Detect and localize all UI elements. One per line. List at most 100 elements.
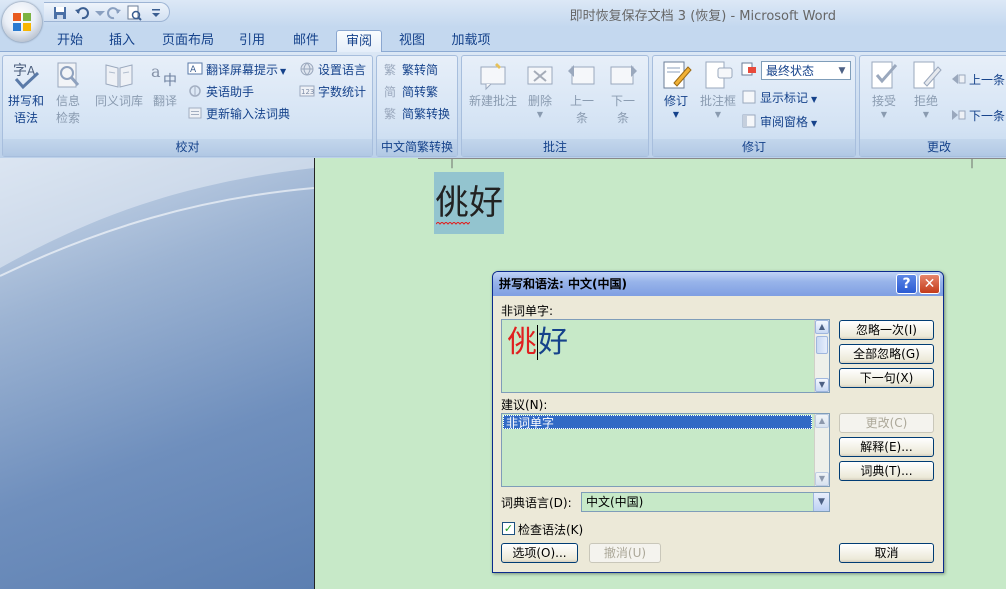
track-changes-button[interactable]: 修订 ▼ <box>655 59 697 120</box>
display-for-review-row: 最终状态 ▼ <box>741 60 853 82</box>
svg-text:123: 123 <box>301 88 314 96</box>
dictionary-language-arrow-icon[interactable]: ▼ <box>813 493 829 511</box>
check-grammar-checkbox[interactable]: ✓ <box>502 522 515 535</box>
spelling-grammar-label: 拼写和 语法 <box>7 94 44 125</box>
delete-comment-button[interactable]: 删除 ▼ <box>520 59 560 120</box>
spelling-grammar-button[interactable]: 字A 拼写和 语法 <box>5 59 47 127</box>
close-button[interactable]: ✕ <box>919 274 940 294</box>
ribbon-tabs: 开始 插入 页面布局 引用 邮件 审阅 视图 加载项 <box>0 27 1006 54</box>
chinese-conversion-group-label: 中文简繁转换 <box>377 139 457 156</box>
scroll-down-icon[interactable]: ▼ <box>815 378 829 392</box>
balloons-button[interactable]: 批注框 ▼ <box>697 59 739 120</box>
not-in-dictionary-label: 非词单字: <box>501 304 554 318</box>
ribbon: 字A 拼写和 语法 信息 检索 同义词库 a中 翻译 A 翻译屏幕提示 ▼ 英语助 <box>0 52 1006 158</box>
undo-button[interactable]: 撤消(U) <box>589 543 661 563</box>
scroll-up-icon[interactable]: ▲ <box>815 320 829 334</box>
dictionary-language-select[interactable]: 中文(中国) ▼ <box>581 492 830 512</box>
undo-icon[interactable] <box>74 5 90 21</box>
next-change-button[interactable]: 下一条 <box>950 106 1005 126</box>
sentence-scrollbar[interactable]: ▲ ▼ <box>814 320 829 392</box>
flagged-character: 佻 <box>507 325 537 360</box>
help-button[interactable]: ? <box>896 274 917 294</box>
balloons-dropdown-icon: ▼ <box>714 110 722 119</box>
tab-references[interactable]: 引用 <box>230 30 274 52</box>
tab-page-layout[interactable]: 页面布局 <box>156 30 220 52</box>
svg-text:繁: 繁 <box>384 62 396 77</box>
ignore-once-button[interactable]: 忽略一次(I) <box>839 320 934 340</box>
display-mode-select[interactable]: 最终状态 ▼ <box>761 61 851 80</box>
dictionary-button[interactable]: 词典(T)... <box>839 461 934 481</box>
dropdown-arrow-icon: ▼ <box>280 67 287 76</box>
set-language-button[interactable]: 设置语言 <box>299 60 366 80</box>
to-simplified-button[interactable]: 繁繁转简 <box>383 60 438 80</box>
accept-button[interactable]: 接受 ▼ <box>862 59 906 120</box>
word-count-icon: 123 <box>299 83 315 99</box>
translate-screentip-button[interactable]: A 翻译屏幕提示 ▼ <box>187 60 286 80</box>
background-swoosh-graphic <box>0 158 314 277</box>
next-sentence-button[interactable]: 下一句(X) <box>839 368 934 388</box>
reviewing-pane-button[interactable]: 审阅窗格 ▼ <box>741 112 817 132</box>
spelling-error-underline <box>436 222 470 225</box>
previous-comment-button[interactable]: 上一 条 <box>562 59 602 127</box>
conversion-button[interactable]: 繁简繁转换 <box>383 104 450 124</box>
translate-button[interactable]: a中 翻译 <box>147 59 183 110</box>
english-assistant-button[interactable]: 英语助手 <box>187 82 254 102</box>
reject-button[interactable]: 拒绝 ▼ <box>906 59 946 120</box>
globe-icon <box>299 61 315 77</box>
spelling-check-icon: 字A <box>10 59 42 91</box>
suggestions-scroll-up-icon[interactable]: ▲ <box>815 414 829 428</box>
quick-access-toolbar <box>44 2 170 22</box>
thesaurus-button[interactable]: 同义词库 <box>91 59 147 110</box>
change-button[interactable]: 更改(C) <box>839 413 934 433</box>
help-icon: ? <box>902 276 911 292</box>
options-button[interactable]: 选项(O)... <box>501 543 578 563</box>
suggestion-item[interactable]: 非词单字 <box>503 415 812 430</box>
balloons-icon <box>702 59 734 91</box>
to-traditional-button[interactable]: 简简转繁 <box>383 82 438 102</box>
suggestions-scroll-down-icon[interactable]: ▼ <box>815 472 829 486</box>
tab-add-ins[interactable]: 加载项 <box>444 30 498 52</box>
group-changes: 接受 ▼ 拒绝 ▼ 上一条 下一条 更改 <box>859 55 1006 157</box>
tab-mailings[interactable]: 邮件 <box>284 30 328 52</box>
scroll-thumb[interactable] <box>816 336 828 354</box>
redo-icon[interactable] <box>106 5 122 21</box>
checkmark-icon: ✓ <box>503 522 514 535</box>
print-preview-icon[interactable] <box>126 5 142 21</box>
balloons-label: 批注框 <box>699 94 736 108</box>
previous-comment-label: 上一 条 <box>569 94 594 125</box>
tab-review[interactable]: 审阅 <box>336 30 382 54</box>
suggestions-label: 建议(N): <box>501 398 548 412</box>
group-chinese-conversion: 繁繁转简 简简转繁 繁简繁转换 中文简繁转换 <box>376 55 458 157</box>
sentence-rest: 好 <box>537 325 568 360</box>
suggestions-scrollbar[interactable]: ▲ ▼ <box>814 414 829 486</box>
office-button[interactable] <box>2 2 42 42</box>
word-count-button[interactable]: 123 字数统计 <box>299 82 366 102</box>
suggestions-list[interactable]: 非词单字 ▲ ▼ <box>501 413 830 487</box>
conversion-icon: 繁 <box>383 105 399 121</box>
cancel-button[interactable]: 取消 <box>839 543 934 563</box>
tab-view[interactable]: 视图 <box>390 30 434 52</box>
delete-comment-label: 删除 <box>527 94 552 108</box>
svg-text:简: 简 <box>384 85 396 99</box>
show-markup-button[interactable]: 显示标记 ▼ <box>741 88 817 108</box>
next-comment-button[interactable]: 下一 条 <box>602 59 644 127</box>
display-review-icon <box>741 61 757 77</box>
svg-text:a: a <box>151 62 161 81</box>
save-icon[interactable] <box>52 5 68 21</box>
previous-change-button[interactable]: 上一条 <box>950 70 1005 90</box>
new-comment-button[interactable]: 新建批注 <box>464 59 522 110</box>
tab-insert[interactable]: 插入 <box>100 30 144 52</box>
not-in-dictionary-textbox[interactable]: 佻好 ▲ ▼ <box>501 319 830 393</box>
spelling-grammar-dialog: 拼写和语法: 中文(中国) ? ✕ 非词单字: 佻好 ▲ ▼ 建议(N): 非词… <box>492 271 944 573</box>
proofing-group-label: 校对 <box>3 139 372 156</box>
ignore-all-button[interactable]: 全部忽略(G) <box>839 344 934 364</box>
show-markup-icon <box>741 89 757 105</box>
research-button[interactable]: 信息 检索 <box>49 59 87 127</box>
update-ime-dictionary-button[interactable]: 更新输入法词典 <box>187 104 290 124</box>
research-icon <box>52 59 84 91</box>
next-change-label: 下一条 <box>969 109 1006 123</box>
customize-qat-icon[interactable] <box>148 5 164 21</box>
translate-screentip-label: 翻译屏幕提示 <box>206 63 279 77</box>
tab-home[interactable]: 开始 <box>48 30 92 52</box>
explain-button[interactable]: 解释(E)... <box>839 437 934 457</box>
